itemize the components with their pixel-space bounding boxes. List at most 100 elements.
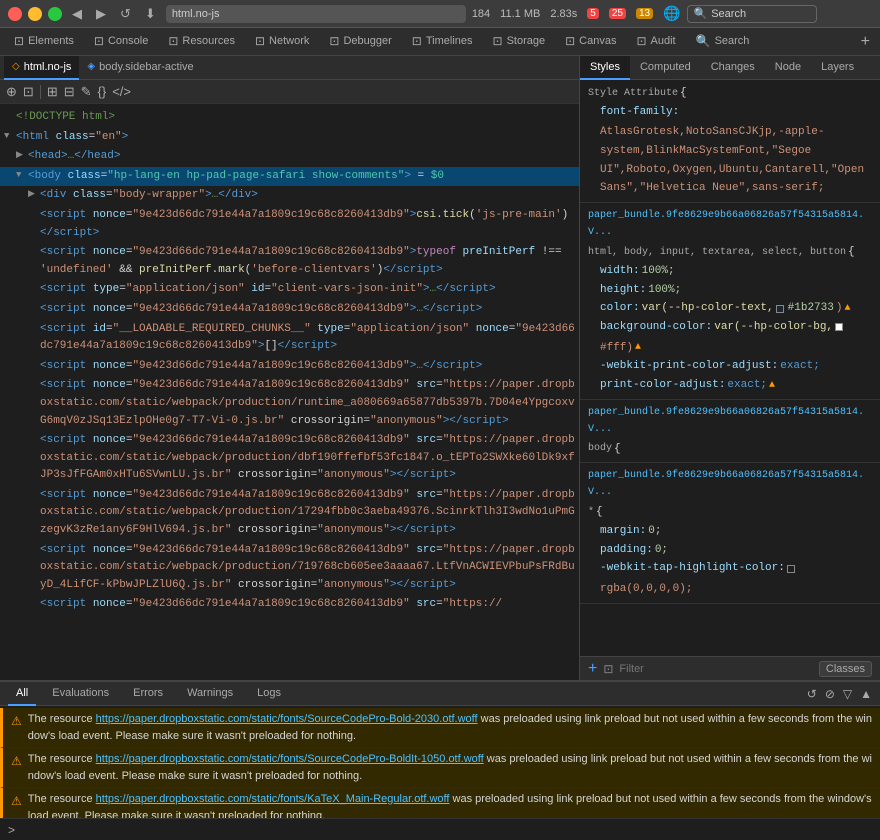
code-icon[interactable]: </> xyxy=(112,84,131,99)
minimize-button[interactable] xyxy=(28,7,42,21)
style-section-body2: paper_bundle.9fe8629e9b66a06826a57f54315… xyxy=(580,400,880,464)
tree-row[interactable]: <script nonce="9e423d66dc791e44a7a1809c1… xyxy=(0,595,579,615)
canvas-icon: ⊡ xyxy=(565,34,575,48)
style-val: var(--hp-color-text, xyxy=(642,299,774,318)
tree-row-selected[interactable]: ▼ <body class="hp-lang-en hp-pad-page-sa… xyxy=(0,167,579,187)
tab-search[interactable]: 🔍 Search xyxy=(686,28,760,56)
brackets-icon[interactable]: {} xyxy=(98,84,107,99)
error-badge: 5 xyxy=(587,8,599,19)
tree-row[interactable]: <script nonce="9e423d66dc791e44a7a1809c1… xyxy=(0,300,579,320)
style-val: exact; xyxy=(780,357,820,376)
dom-actions: ⊕ ⊡ ⊞ ⊟ ✎ {} </> xyxy=(0,80,579,104)
tab-elements[interactable]: ⊡ Elements xyxy=(4,28,84,56)
console-message-3: ⚠ The resource https://paper.dropboxstat… xyxy=(0,788,880,818)
classes-button[interactable]: Classes xyxy=(819,661,872,677)
add-style-button[interactable]: + xyxy=(588,660,597,678)
tab-debugger-label: Debugger xyxy=(343,35,391,47)
console-messages[interactable]: ⚠ The resource https://paper.dropboxstat… xyxy=(0,706,880,818)
tree-row[interactable]: <script type="application/json" id="clie… xyxy=(0,280,579,300)
console-input[interactable] xyxy=(21,824,872,836)
tab-audit[interactable]: ⊡ Audit xyxy=(626,28,685,56)
add-panel-button[interactable]: + xyxy=(855,33,876,51)
filter-input[interactable] xyxy=(619,663,812,675)
tab-console[interactable]: ⊡ Console xyxy=(84,28,158,56)
tree-row[interactable]: ▼ <html class="en"> xyxy=(0,128,579,148)
tree-row[interactable]: <script nonce="9e423d66dc791e44a7a1809c1… xyxy=(0,357,579,377)
expand-arrow[interactable]: ▶ xyxy=(28,187,40,201)
console-link[interactable]: https://paper.dropboxstatic.com/static/f… xyxy=(96,713,478,725)
console-tab-warnings[interactable]: Warnings xyxy=(179,682,241,706)
tree-content: <body class="hp-lang-en hp-pad-page-safa… xyxy=(28,168,575,186)
console-down-icon[interactable]: ▽ xyxy=(843,687,852,701)
console-link[interactable]: https://paper.dropboxstatic.com/static/f… xyxy=(96,753,484,765)
tree-row[interactable]: <script nonce="9e423d66dc791e44a7a1809c1… xyxy=(0,376,579,431)
console-up-icon[interactable]: ▲ xyxy=(860,687,872,701)
style-val: 0; xyxy=(648,522,661,541)
tab-changes[interactable]: Changes xyxy=(701,56,765,80)
tab-canvas[interactable]: ⊡ Canvas xyxy=(555,28,626,56)
tab-debugger[interactable]: ⊡ Debugger xyxy=(319,28,401,56)
console-refresh-icon[interactable]: ↺ xyxy=(807,687,817,701)
tree-content: <script nonce="9e423d66dc791e44a7a1809c1… xyxy=(40,301,575,319)
file-tab-body-label: body.sidebar-active xyxy=(99,61,194,73)
warning-icon: ▲ xyxy=(635,339,641,356)
console-tab-logs[interactable]: Logs xyxy=(249,682,289,706)
file-tab-html[interactable]: ◇ html.no-js xyxy=(4,56,79,80)
file-tab-body[interactable]: ◈ body.sidebar-active xyxy=(79,56,201,80)
tab-timelines[interactable]: ⊡ Timelines xyxy=(402,28,483,56)
inspect-icon[interactable]: ⊡ xyxy=(23,84,34,100)
tab-layers[interactable]: Layers xyxy=(811,56,864,80)
tab-styles[interactable]: Styles xyxy=(580,56,630,80)
warning-icon: ▲ xyxy=(769,377,775,394)
tree-row[interactable]: ▶ <div class="body-wrapper">…</div> xyxy=(0,186,579,206)
tab-node[interactable]: Node xyxy=(765,56,811,80)
url-bar[interactable]: html.no-js xyxy=(166,5,466,23)
color-swatch xyxy=(776,305,784,313)
tab-network[interactable]: ⊡ Network xyxy=(245,28,319,56)
style-brace: { xyxy=(614,440,621,459)
expand-arrow[interactable]: ▼ xyxy=(4,129,16,143)
tab-resources[interactable]: ⊡ Resources xyxy=(158,28,245,56)
tree-row[interactable]: <script nonce="9e423d66dc791e44a7a1809c1… xyxy=(0,541,579,596)
tree-row[interactable]: <script nonce="9e423d66dc791e44a7a1809c1… xyxy=(0,486,579,541)
browser-search-bar[interactable]: 🔍 Search xyxy=(687,5,817,23)
tab-elements-label: Elements xyxy=(28,35,74,47)
console-link[interactable]: https://paper.dropboxstatic.com/static/f… xyxy=(96,793,450,805)
tree-row[interactable]: <script nonce="9e423d66dc791e44a7a1809c1… xyxy=(0,206,579,243)
tab-storage[interactable]: ⊡ Storage xyxy=(483,28,556,56)
resources-icon: ⊡ xyxy=(168,34,178,48)
color-swatch-white xyxy=(835,323,843,331)
tree-row[interactable]: <script id="__LOADABLE_REQUIRED_CHUNKS__… xyxy=(0,320,579,357)
console-tab-errors[interactable]: Errors xyxy=(125,682,171,706)
download-button[interactable]: ⬇ xyxy=(141,6,160,22)
refresh-button[interactable]: ↺ xyxy=(116,6,135,22)
expand-arrow[interactable]: ▶ xyxy=(16,148,28,162)
back-button[interactable]: ◀ xyxy=(68,6,86,22)
close-button[interactable] xyxy=(8,7,22,21)
tab-node-label: Node xyxy=(775,61,801,73)
tree-row[interactable]: <script nonce="9e423d66dc791e44a7a1809c1… xyxy=(0,431,579,486)
cursor-icon[interactable]: ⊕ xyxy=(6,84,17,100)
style-val: exact; xyxy=(727,376,767,395)
console-actions: ↺ ⊘ ▽ ▲ xyxy=(807,687,872,701)
style-selector-star: * xyxy=(588,504,594,521)
maximize-button[interactable] xyxy=(48,7,62,21)
style-prop: background-color: xyxy=(600,318,712,337)
console-tab-all-label: All xyxy=(16,687,28,699)
console-msg-text: The resource https://paper.dropboxstatic… xyxy=(28,711,872,744)
tree-content: <script nonce="9e423d66dc791e44a7a1809c1… xyxy=(40,596,575,614)
console-tab-all[interactable]: All xyxy=(8,682,36,706)
expand-arrow[interactable]: ▼ xyxy=(16,168,28,182)
tree-row[interactable]: <!DOCTYPE html> xyxy=(0,108,579,128)
tree-row[interactable]: ▶ <head>…</head> xyxy=(0,147,579,167)
pencil-icon[interactable]: ✎ xyxy=(81,84,92,100)
console-tab-evaluations[interactable]: Evaluations xyxy=(44,682,117,706)
tab-computed[interactable]: Computed xyxy=(630,56,701,80)
console-block-icon[interactable]: ⊘ xyxy=(825,687,835,701)
move-icon[interactable]: ⊞ xyxy=(47,84,58,100)
layers-icon[interactable]: ⊟ xyxy=(64,84,75,100)
dom-tree[interactable]: <!DOCTYPE html> ▼ <html class="en"> ▶ <h… xyxy=(0,104,579,680)
tree-content: <script id="__LOADABLE_REQUIRED_CHUNKS__… xyxy=(40,321,575,356)
forward-button[interactable]: ▶ xyxy=(92,6,110,22)
tree-row[interactable]: <script nonce="9e423d66dc791e44a7a1809c1… xyxy=(0,243,579,280)
